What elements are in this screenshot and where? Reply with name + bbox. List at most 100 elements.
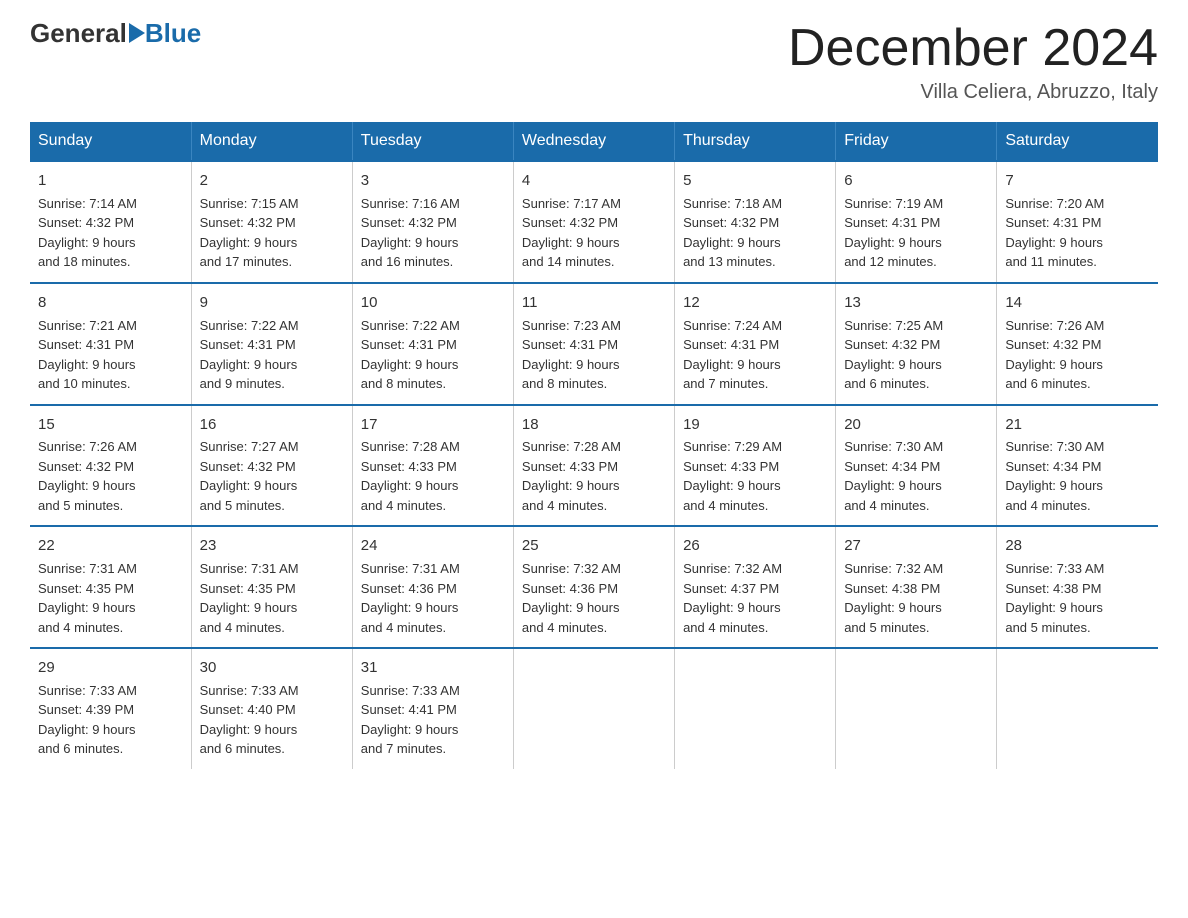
calendar-day-cell: 6Sunrise: 7:19 AMSunset: 4:31 PMDaylight… bbox=[836, 161, 997, 283]
day-number: 20 bbox=[844, 414, 988, 436]
day-info: Sunrise: 7:22 AMSunset: 4:31 PMDaylight:… bbox=[200, 316, 344, 394]
day-number: 31 bbox=[361, 657, 505, 679]
calendar-day-cell: 11Sunrise: 7:23 AMSunset: 4:31 PMDayligh… bbox=[513, 283, 674, 405]
day-info: Sunrise: 7:14 AMSunset: 4:32 PMDaylight:… bbox=[38, 194, 183, 272]
weekday-header-tuesday: Tuesday bbox=[352, 122, 513, 161]
day-info: Sunrise: 7:32 AMSunset: 4:38 PMDaylight:… bbox=[844, 559, 988, 637]
day-number: 16 bbox=[200, 414, 344, 436]
logo-blue-text: Blue bbox=[145, 20, 201, 46]
day-info: Sunrise: 7:15 AMSunset: 4:32 PMDaylight:… bbox=[200, 194, 344, 272]
day-number: 4 bbox=[522, 170, 666, 192]
logo-general-text: General bbox=[30, 20, 127, 46]
day-number: 22 bbox=[38, 535, 183, 557]
calendar-day-cell bbox=[836, 648, 997, 769]
calendar-day-cell: 8Sunrise: 7:21 AMSunset: 4:31 PMDaylight… bbox=[30, 283, 191, 405]
day-info: Sunrise: 7:17 AMSunset: 4:32 PMDaylight:… bbox=[522, 194, 666, 272]
weekday-header-row: SundayMondayTuesdayWednesdayThursdayFrid… bbox=[30, 122, 1158, 161]
day-number: 1 bbox=[38, 170, 183, 192]
calendar-week-row: 29Sunrise: 7:33 AMSunset: 4:39 PMDayligh… bbox=[30, 648, 1158, 769]
day-info: Sunrise: 7:29 AMSunset: 4:33 PMDaylight:… bbox=[683, 437, 827, 515]
calendar-day-cell bbox=[675, 648, 836, 769]
calendar-day-cell: 15Sunrise: 7:26 AMSunset: 4:32 PMDayligh… bbox=[30, 405, 191, 527]
day-number: 18 bbox=[522, 414, 666, 436]
day-info: Sunrise: 7:31 AMSunset: 4:35 PMDaylight:… bbox=[200, 559, 344, 637]
day-info: Sunrise: 7:32 AMSunset: 4:37 PMDaylight:… bbox=[683, 559, 827, 637]
day-number: 21 bbox=[1005, 414, 1150, 436]
calendar-table: SundayMondayTuesdayWednesdayThursdayFrid… bbox=[30, 122, 1158, 769]
calendar-day-cell bbox=[513, 648, 674, 769]
calendar-week-row: 8Sunrise: 7:21 AMSunset: 4:31 PMDaylight… bbox=[30, 283, 1158, 405]
day-number: 25 bbox=[522, 535, 666, 557]
calendar-day-cell: 18Sunrise: 7:28 AMSunset: 4:33 PMDayligh… bbox=[513, 405, 674, 527]
day-number: 23 bbox=[200, 535, 344, 557]
day-number: 9 bbox=[200, 292, 344, 314]
calendar-day-cell: 2Sunrise: 7:15 AMSunset: 4:32 PMDaylight… bbox=[191, 161, 352, 283]
calendar-day-cell: 1Sunrise: 7:14 AMSunset: 4:32 PMDaylight… bbox=[30, 161, 191, 283]
day-number: 17 bbox=[361, 414, 505, 436]
page-header: General Blue December 2024 Villa Celiera… bbox=[30, 20, 1158, 104]
calendar-week-row: 22Sunrise: 7:31 AMSunset: 4:35 PMDayligh… bbox=[30, 526, 1158, 648]
calendar-day-cell: 7Sunrise: 7:20 AMSunset: 4:31 PMDaylight… bbox=[997, 161, 1158, 283]
calendar-day-cell: 17Sunrise: 7:28 AMSunset: 4:33 PMDayligh… bbox=[352, 405, 513, 527]
calendar-day-cell: 31Sunrise: 7:33 AMSunset: 4:41 PMDayligh… bbox=[352, 648, 513, 769]
weekday-header-thursday: Thursday bbox=[675, 122, 836, 161]
calendar-day-cell: 4Sunrise: 7:17 AMSunset: 4:32 PMDaylight… bbox=[513, 161, 674, 283]
weekday-header-saturday: Saturday bbox=[997, 122, 1158, 161]
day-info: Sunrise: 7:19 AMSunset: 4:31 PMDaylight:… bbox=[844, 194, 988, 272]
weekday-header-friday: Friday bbox=[836, 122, 997, 161]
day-info: Sunrise: 7:30 AMSunset: 4:34 PMDaylight:… bbox=[844, 437, 988, 515]
calendar-day-cell: 13Sunrise: 7:25 AMSunset: 4:32 PMDayligh… bbox=[836, 283, 997, 405]
logo-arrow-icon bbox=[129, 23, 145, 43]
day-number: 15 bbox=[38, 414, 183, 436]
day-number: 2 bbox=[200, 170, 344, 192]
day-number: 13 bbox=[844, 292, 988, 314]
day-number: 12 bbox=[683, 292, 827, 314]
day-info: Sunrise: 7:26 AMSunset: 4:32 PMDaylight:… bbox=[38, 437, 183, 515]
day-number: 19 bbox=[683, 414, 827, 436]
day-info: Sunrise: 7:22 AMSunset: 4:31 PMDaylight:… bbox=[361, 316, 505, 394]
day-number: 14 bbox=[1005, 292, 1150, 314]
day-number: 5 bbox=[683, 170, 827, 192]
day-info: Sunrise: 7:33 AMSunset: 4:38 PMDaylight:… bbox=[1005, 559, 1150, 637]
calendar-day-cell: 22Sunrise: 7:31 AMSunset: 4:35 PMDayligh… bbox=[30, 526, 191, 648]
calendar-day-cell bbox=[997, 648, 1158, 769]
calendar-day-cell: 16Sunrise: 7:27 AMSunset: 4:32 PMDayligh… bbox=[191, 405, 352, 527]
day-info: Sunrise: 7:28 AMSunset: 4:33 PMDaylight:… bbox=[522, 437, 666, 515]
month-title: December 2024 bbox=[788, 20, 1158, 77]
day-info: Sunrise: 7:25 AMSunset: 4:32 PMDaylight:… bbox=[844, 316, 988, 394]
calendar-day-cell: 25Sunrise: 7:32 AMSunset: 4:36 PMDayligh… bbox=[513, 526, 674, 648]
calendar-day-cell: 24Sunrise: 7:31 AMSunset: 4:36 PMDayligh… bbox=[352, 526, 513, 648]
day-info: Sunrise: 7:31 AMSunset: 4:35 PMDaylight:… bbox=[38, 559, 183, 637]
day-number: 11 bbox=[522, 292, 666, 314]
calendar-week-row: 15Sunrise: 7:26 AMSunset: 4:32 PMDayligh… bbox=[30, 405, 1158, 527]
title-area: December 2024 Villa Celiera, Abruzzo, It… bbox=[788, 20, 1158, 104]
day-info: Sunrise: 7:30 AMSunset: 4:34 PMDaylight:… bbox=[1005, 437, 1150, 515]
calendar-day-cell: 3Sunrise: 7:16 AMSunset: 4:32 PMDaylight… bbox=[352, 161, 513, 283]
day-number: 29 bbox=[38, 657, 183, 679]
weekday-header-monday: Monday bbox=[191, 122, 352, 161]
calendar-day-cell: 21Sunrise: 7:30 AMSunset: 4:34 PMDayligh… bbox=[997, 405, 1158, 527]
day-info: Sunrise: 7:31 AMSunset: 4:36 PMDaylight:… bbox=[361, 559, 505, 637]
day-info: Sunrise: 7:26 AMSunset: 4:32 PMDaylight:… bbox=[1005, 316, 1150, 394]
day-info: Sunrise: 7:27 AMSunset: 4:32 PMDaylight:… bbox=[200, 437, 344, 515]
day-number: 10 bbox=[361, 292, 505, 314]
day-info: Sunrise: 7:21 AMSunset: 4:31 PMDaylight:… bbox=[38, 316, 183, 394]
day-info: Sunrise: 7:33 AMSunset: 4:41 PMDaylight:… bbox=[361, 681, 505, 759]
calendar-day-cell: 30Sunrise: 7:33 AMSunset: 4:40 PMDayligh… bbox=[191, 648, 352, 769]
calendar-day-cell: 27Sunrise: 7:32 AMSunset: 4:38 PMDayligh… bbox=[836, 526, 997, 648]
calendar-day-cell: 10Sunrise: 7:22 AMSunset: 4:31 PMDayligh… bbox=[352, 283, 513, 405]
calendar-week-row: 1Sunrise: 7:14 AMSunset: 4:32 PMDaylight… bbox=[30, 161, 1158, 283]
day-info: Sunrise: 7:18 AMSunset: 4:32 PMDaylight:… bbox=[683, 194, 827, 272]
day-number: 3 bbox=[361, 170, 505, 192]
day-number: 7 bbox=[1005, 170, 1150, 192]
day-info: Sunrise: 7:24 AMSunset: 4:31 PMDaylight:… bbox=[683, 316, 827, 394]
day-info: Sunrise: 7:16 AMSunset: 4:32 PMDaylight:… bbox=[361, 194, 505, 272]
day-number: 24 bbox=[361, 535, 505, 557]
weekday-header-wednesday: Wednesday bbox=[513, 122, 674, 161]
day-number: 30 bbox=[200, 657, 344, 679]
day-info: Sunrise: 7:32 AMSunset: 4:36 PMDaylight:… bbox=[522, 559, 666, 637]
day-info: Sunrise: 7:33 AMSunset: 4:40 PMDaylight:… bbox=[200, 681, 344, 759]
calendar-day-cell: 12Sunrise: 7:24 AMSunset: 4:31 PMDayligh… bbox=[675, 283, 836, 405]
calendar-day-cell: 9Sunrise: 7:22 AMSunset: 4:31 PMDaylight… bbox=[191, 283, 352, 405]
calendar-day-cell: 26Sunrise: 7:32 AMSunset: 4:37 PMDayligh… bbox=[675, 526, 836, 648]
